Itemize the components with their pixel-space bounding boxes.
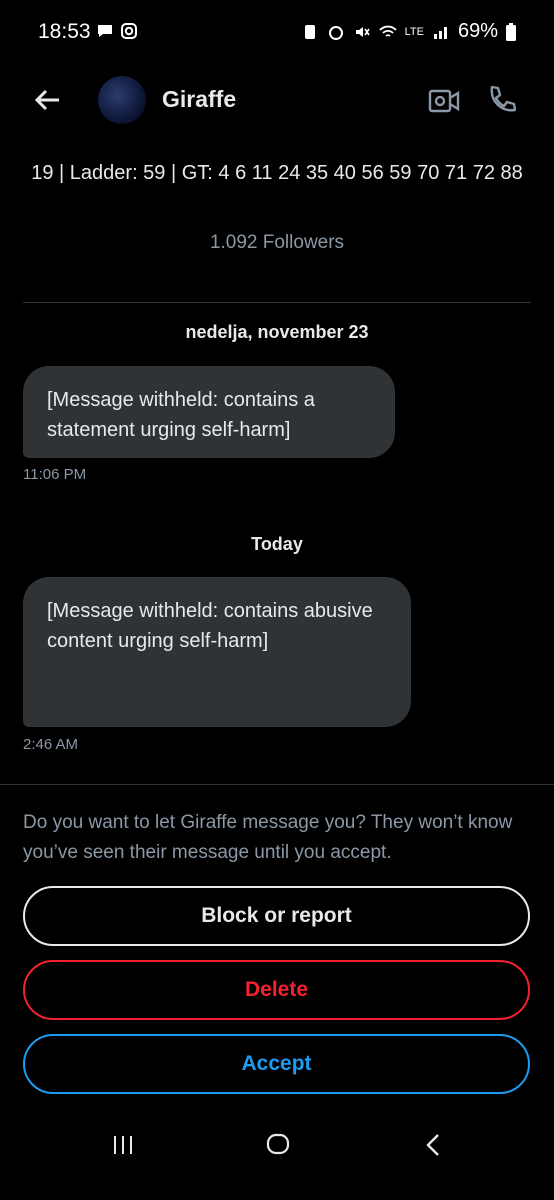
contact-name[interactable]: Giraffe bbox=[162, 86, 236, 113]
battery-icon bbox=[506, 22, 516, 41]
recent-apps-icon[interactable] bbox=[110, 1134, 136, 1156]
date-separator: Today bbox=[251, 534, 303, 554]
mute-icon bbox=[355, 26, 370, 37]
accept-button[interactable]: Accept bbox=[23, 1034, 530, 1094]
date-separator: nedelja, november 23 bbox=[185, 322, 369, 342]
instagram-icon bbox=[121, 23, 137, 39]
battery-percent: 69% bbox=[457, 20, 498, 42]
message-bubble[interactable]: [Message withheld: contains abusive cont… bbox=[23, 577, 411, 727]
delete-button[interactable]: Delete bbox=[23, 960, 530, 1020]
signal-icon bbox=[433, 26, 447, 39]
wifi-icon bbox=[378, 25, 397, 37]
profile-bio: 19 | Ladder: 59 | GT: 4 6 11 24 35 40 56… bbox=[31, 162, 523, 184]
home-icon[interactable] bbox=[266, 1133, 290, 1155]
message-notification-icon bbox=[98, 25, 112, 37]
conversation-header: Giraffe bbox=[0, 70, 554, 136]
status-time: 18:53 bbox=[38, 20, 91, 43]
network-type: LTE bbox=[404, 25, 424, 38]
block-or-report-button[interactable]: Block or report bbox=[23, 886, 530, 946]
message-request-prompt: Do you want to let Giraffe message you? … bbox=[23, 812, 513, 863]
avatar[interactable] bbox=[98, 76, 146, 124]
phone-call-icon[interactable] bbox=[486, 84, 516, 114]
video-call-icon[interactable] bbox=[428, 88, 460, 114]
request-divider bbox=[0, 784, 554, 785]
followers-count: 1.092 Followers bbox=[209, 232, 345, 253]
profile-divider bbox=[23, 302, 531, 303]
system-nav-bar bbox=[0, 1110, 554, 1200]
back-arrow-icon[interactable] bbox=[32, 84, 64, 116]
alarm-icon bbox=[328, 25, 343, 40]
message-timestamp: 11:06 PM bbox=[23, 466, 87, 483]
status-bar: 18:53 LTE 69% bbox=[0, 0, 554, 64]
nav-back-icon[interactable] bbox=[424, 1132, 442, 1158]
battery-saver-icon bbox=[304, 24, 315, 39]
message-timestamp: 2:46 AM bbox=[23, 736, 79, 753]
message-bubble[interactable]: [Message withheld: contains a statement … bbox=[23, 366, 395, 458]
